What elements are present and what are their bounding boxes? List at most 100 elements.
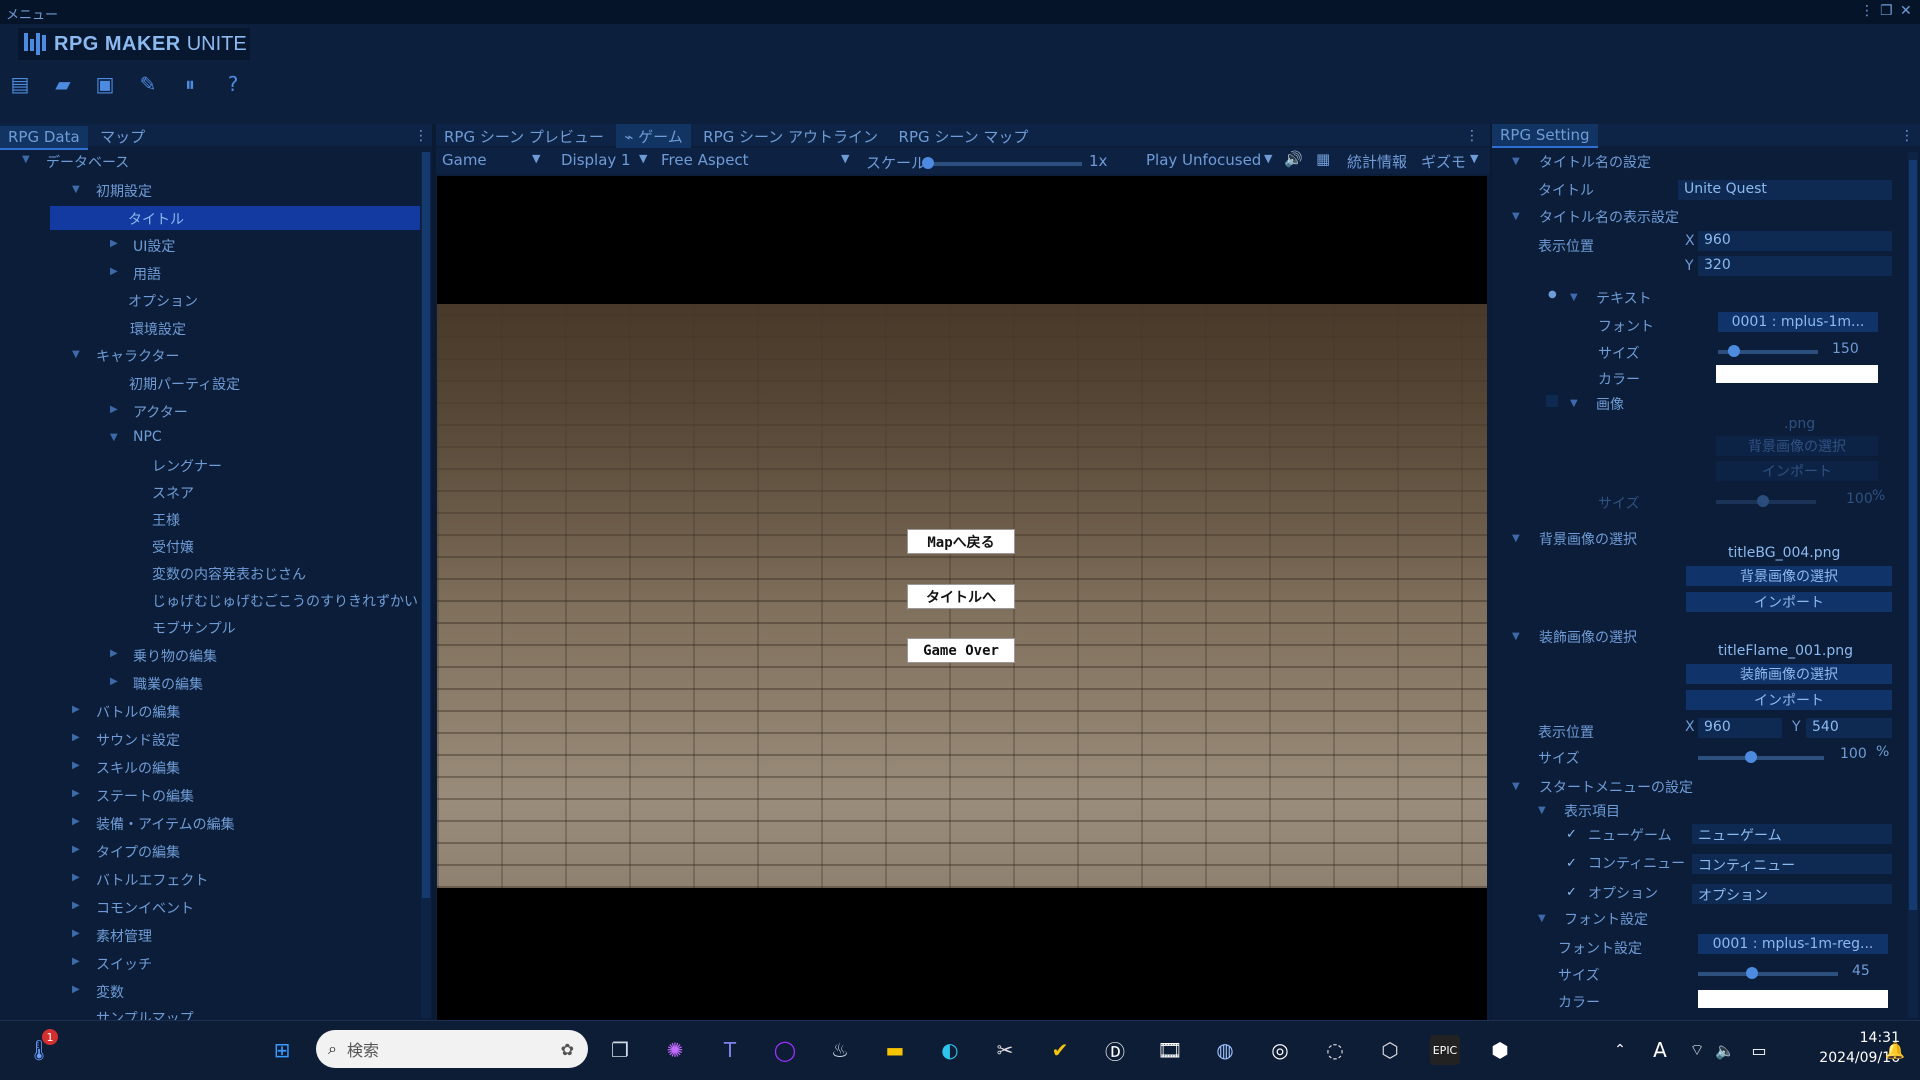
image-size-value[interactable]: 100 [1846, 491, 1873, 507]
tab-scene-outline[interactable]: RPG シーン アウトライン [695, 124, 886, 149]
more-icon[interactable]: ⋮ [1860, 3, 1874, 19]
image-select-button[interactable]: 背景画像の選択 [1716, 436, 1878, 456]
tree-env[interactable]: 環境設定 [130, 319, 186, 339]
font-select-button[interactable]: 0001 : mplus-1m... [1718, 312, 1878, 332]
image-import-button[interactable]: インポート [1716, 461, 1878, 481]
file-explorer-icon[interactable]: ▬ [880, 1035, 910, 1065]
teams-icon[interactable]: T [715, 1035, 745, 1065]
tree-party[interactable]: 初期パーティ設定 [129, 374, 240, 394]
collapse-arrow-icon[interactable]: ▶ [110, 238, 118, 249]
tree-npc[interactable]: NPC [133, 429, 162, 445]
menu-font-size-value[interactable]: 45 [1852, 963, 1870, 979]
tree-battle[interactable]: バトルの編集 [96, 702, 180, 722]
tree-skill[interactable]: スキルの編集 [96, 758, 180, 778]
text-color-swatch[interactable] [1716, 365, 1878, 383]
collapse-arrow-icon[interactable]: ▶ [72, 984, 80, 995]
checkmark-icon[interactable]: ✓ [1566, 885, 1577, 900]
text-size-value[interactable]: 150 [1832, 341, 1859, 357]
title-input[interactable]: Unite Quest [1678, 180, 1892, 200]
deco-size-value[interactable]: 100 [1840, 746, 1867, 762]
epic-games-icon[interactable]: EPIC [1430, 1035, 1460, 1065]
left-scroll-thumb[interactable] [422, 152, 430, 898]
mute-audio-icon[interactable]: 🔊 [1284, 150, 1303, 168]
maximize-icon[interactable]: ❐ [1880, 3, 1893, 19]
display-section-heading[interactable]: タイトル名の表示設定 [1539, 207, 1679, 227]
tree-title[interactable]: タイトル [128, 209, 184, 229]
tree-npc-item[interactable]: スネア [152, 483, 194, 503]
swirl-app-icon[interactable]: ◌ [1320, 1035, 1350, 1065]
aspect-select[interactable]: Free Aspect [661, 151, 749, 169]
text-size-slider-knob[interactable] [1728, 345, 1740, 357]
right-scroll-thumb[interactable] [1909, 160, 1917, 910]
deco-size-slider-knob[interactable] [1745, 751, 1757, 763]
tree-terms[interactable]: 用語 [133, 264, 161, 284]
volume-icon[interactable]: 🔈 [1710, 1035, 1740, 1065]
expand-arrow-icon[interactable]: ▼ [22, 154, 30, 165]
tree-job[interactable]: 職業の編集 [133, 674, 203, 694]
stats-button[interactable]: 統計情報 [1347, 151, 1407, 172]
items-subsection[interactable]: 表示項目 [1564, 801, 1620, 821]
tree-effect[interactable]: バトルエフェクト [96, 870, 208, 890]
battery-icon[interactable]: ▭ [1744, 1035, 1774, 1065]
tree-npc-item[interactable]: じゅげむじゅげむごこうのすりきれずかいじゃりすいぎょの [152, 591, 420, 611]
expand-arrow-icon[interactable]: ▼ [72, 349, 80, 360]
menu-font-color-swatch[interactable] [1698, 990, 1888, 1008]
right-panel-menu-icon[interactable]: ⋮ [1900, 128, 1914, 144]
tab-map[interactable]: マップ [92, 124, 153, 149]
expand-arrow-icon[interactable]: ▼ [1538, 913, 1546, 924]
title-section-heading[interactable]: タイトル名の設定 [1539, 152, 1651, 172]
globe-app-icon[interactable]: ◍ [1210, 1035, 1240, 1065]
back-to-map-button[interactable]: Mapへ戻る [907, 529, 1015, 554]
collapse-arrow-icon[interactable]: ▶ [110, 266, 118, 277]
radio-dot-icon[interactable]: ● [1548, 289, 1557, 300]
new-game-input[interactable]: ニューゲーム [1692, 824, 1892, 844]
collapse-arrow-icon[interactable]: ▶ [72, 956, 80, 967]
continue-input[interactable]: コンティニュー [1692, 854, 1892, 874]
pos-x-input[interactable]: 960 [1698, 231, 1892, 251]
menu-font-size-slider[interactable] [1698, 972, 1838, 976]
edge-icon[interactable]: ◐ [935, 1035, 965, 1065]
collapse-arrow-icon[interactable]: ▶ [72, 928, 80, 939]
windows-start-icon[interactable]: ⊞ [267, 1035, 297, 1065]
tree-common[interactable]: コモンイベント [96, 898, 194, 918]
collapse-arrow-icon[interactable]: ▶ [72, 872, 80, 883]
obs-icon[interactable]: ◎ [1265, 1035, 1295, 1065]
expand-arrow-icon[interactable]: ▼ [1512, 533, 1520, 544]
bg-section-heading[interactable]: 背景画像の選択 [1539, 529, 1637, 549]
task-view-icon[interactable]: ❐ [605, 1035, 635, 1065]
app-d-icon[interactable]: Ⓓ [1100, 1035, 1130, 1065]
collapse-arrow-icon[interactable]: ▶ [72, 704, 80, 715]
expand-arrow-icon[interactable]: ▼ [1512, 631, 1520, 642]
tree-sample[interactable]: サンプルマップ [96, 1008, 194, 1020]
deco-select-button[interactable]: 装飾画像の選択 [1686, 664, 1892, 684]
deco-import-button[interactable]: インポート [1686, 690, 1892, 710]
image-subsection[interactable]: 画像 [1596, 394, 1624, 414]
copilot-icon[interactable]: ✺ [660, 1035, 690, 1065]
expand-arrow-icon[interactable]: ▼ [1512, 781, 1520, 792]
tree-initial-settings[interactable]: 初期設定 [96, 181, 152, 201]
chevron-down-icon[interactable]: ▼ [1470, 152, 1478, 165]
save-icon[interactable]: ▣ [91, 70, 119, 98]
tree-npc-item[interactable]: 変数の内容発表おじさん [152, 564, 306, 584]
menu-font-select-button[interactable]: 0001 : mplus-1m-reg... [1698, 934, 1888, 954]
checkmark-icon[interactable]: ✓ [1566, 827, 1577, 842]
gizmos-button[interactable]: ギズモ [1421, 151, 1466, 172]
collapse-arrow-icon[interactable]: ▶ [72, 732, 80, 743]
deco-size-slider[interactable] [1698, 756, 1824, 760]
text-subsection[interactable]: テキスト [1596, 288, 1652, 308]
help-icon[interactable]: ? [219, 70, 247, 98]
expand-arrow-icon[interactable]: ▼ [1512, 156, 1520, 167]
snipping-tool-icon[interactable]: ✂ [990, 1035, 1020, 1065]
start-menu-section-heading[interactable]: スタートメニューの設定 [1539, 777, 1693, 797]
tree-npc-item[interactable]: 王様 [152, 510, 180, 530]
left-panel-menu-icon[interactable]: ⋮ [414, 128, 428, 144]
collapse-arrow-icon[interactable]: ▶ [72, 844, 80, 855]
unity-editor-icon[interactable]: ⬢ [1485, 1035, 1515, 1065]
play-mode-select[interactable]: Play Unfocused [1146, 151, 1261, 169]
option-input[interactable]: オプション [1692, 884, 1892, 904]
tree-equip[interactable]: 装備・アイテムの編集 [96, 814, 235, 834]
unity-hub-icon[interactable]: ⬡ [1375, 1035, 1405, 1065]
close-icon[interactable]: ✕ [1900, 3, 1912, 19]
tree-npc-item[interactable]: レングナー [152, 456, 222, 476]
tree-actor[interactable]: アクター [133, 402, 188, 422]
